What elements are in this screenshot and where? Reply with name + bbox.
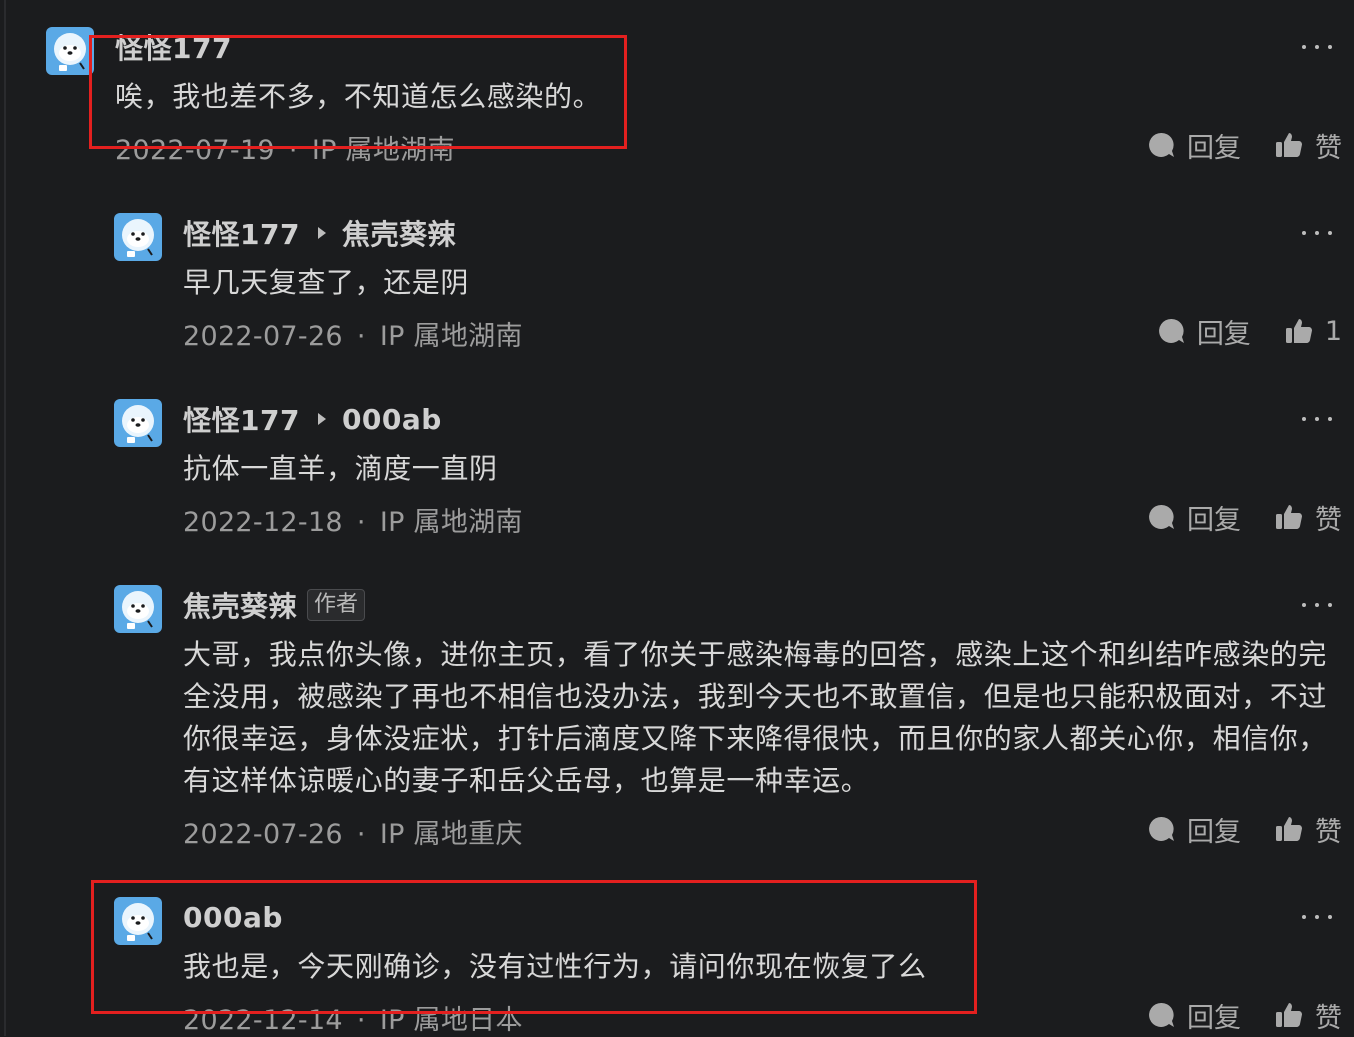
comment-text: 大哥，我点你头像，进你主页，看了你关于感染梅毒的回答，感染上这个和纠结咋感染的完…: [183, 638, 1328, 797]
reply-label: 回复: [1196, 318, 1251, 350]
reply-label: 回复: [1187, 1002, 1241, 1034]
comment-date: 2022-12-18: [183, 507, 343, 538]
comment-actions: 回复 赞: [1147, 126, 1342, 165]
comment-actions: 回复 赞: [1147, 810, 1342, 849]
comment-meta: 2022-07-26 · IP 属地湖南: [183, 314, 523, 353]
more-icon: [1302, 417, 1306, 421]
comment-text: 我也是，今天刚确诊，没有过性行为，请问你现在恢复了么: [183, 950, 927, 983]
comment-meta: 2022-12-18 · IP 属地湖南: [183, 500, 523, 539]
more-button[interactable]: [1302, 228, 1332, 238]
comment-actions: 回复 赞: [1147, 996, 1342, 1035]
more-icon: [1302, 915, 1306, 919]
more-button[interactable]: [1302, 42, 1332, 52]
avatar[interactable]: [114, 585, 162, 633]
comment-text: 早几天复查了，还是阴: [183, 266, 470, 299]
ip-location: IP 属地日本: [379, 1005, 523, 1036]
author-badge: 作者: [307, 589, 366, 621]
author-name[interactable]: 焦壳葵辣: [183, 585, 297, 625]
more-button[interactable]: [1302, 414, 1332, 424]
reply-to-name[interactable]: 000ab: [342, 403, 442, 436]
meta-separator: ·: [356, 819, 366, 850]
more-icon: [1302, 603, 1306, 607]
like-label: 赞: [1315, 132, 1342, 164]
avatar[interactable]: [114, 897, 162, 945]
reply-button[interactable]: 回复: [1147, 810, 1241, 849]
like-button[interactable]: 1: [1285, 316, 1342, 347]
avatar-bear-icon: [114, 213, 162, 261]
author-name[interactable]: 怪怪177: [115, 27, 232, 67]
author-row: 怪怪177 焦壳葵辣: [183, 215, 456, 251]
comment-bubble-icon: [1149, 504, 1174, 529]
avatar-bear-icon: [114, 399, 162, 447]
reply-label: 回复: [1187, 132, 1241, 164]
avatar-bear-icon: [114, 897, 162, 945]
ip-location: IP 属地湖南: [379, 321, 523, 352]
thumbs-up-icon: [1285, 319, 1312, 343]
ip-location: IP 属地湖南: [379, 507, 523, 538]
avatar[interactable]: [114, 399, 162, 447]
comment-bubble-icon: [1149, 1002, 1174, 1027]
comment-date: 2022-07-19: [115, 135, 275, 166]
comment-bubble-icon: [1158, 318, 1184, 343]
author-name[interactable]: 怪怪177: [183, 213, 300, 253]
comment-meta: 2022-07-19 · IP 属地湖南: [115, 128, 455, 167]
comment-date: 2022-07-26: [183, 819, 343, 850]
avatar-bear-icon: [114, 585, 162, 633]
author-row: 怪怪177 000ab: [183, 399, 442, 439]
comment-meta: 2022-07-26 · IP 属地重庆: [183, 812, 523, 851]
ip-location: IP 属地湖南: [311, 135, 455, 166]
reply-arrow-icon: [317, 413, 326, 425]
reply-to-name[interactable]: 焦壳葵辣: [342, 213, 456, 253]
like-button[interactable]: 赞: [1275, 126, 1342, 165]
reply-label: 回复: [1187, 504, 1241, 536]
author-name[interactable]: 000ab: [183, 901, 283, 934]
like-label: 赞: [1315, 1002, 1342, 1034]
thread-line: [4, 0, 6, 1036]
comment-date: 2022-07-26: [183, 321, 343, 352]
ip-location: IP 属地重庆: [379, 819, 523, 850]
more-button[interactable]: [1302, 600, 1332, 610]
avatar[interactable]: [114, 213, 162, 261]
comment-actions: 回复 赞: [1147, 498, 1342, 537]
avatar-bear-icon: [46, 27, 94, 75]
avatar[interactable]: [46, 27, 94, 75]
like-button[interactable]: 赞: [1275, 810, 1342, 849]
thumbs-up-icon: [1276, 505, 1302, 529]
meta-separator: ·: [356, 321, 366, 352]
reply-label: 回复: [1187, 816, 1241, 848]
comment-date: 2022-12-14: [183, 1005, 343, 1036]
comment-actions: 回复 1: [1157, 312, 1342, 351]
author-row: 怪怪177: [115, 29, 232, 65]
author-name[interactable]: 怪怪177: [183, 399, 300, 439]
like-button[interactable]: 赞: [1275, 996, 1342, 1035]
comment-bubble-icon: [1149, 132, 1174, 157]
comment-meta: 2022-12-14 · IP 属地日本: [183, 998, 523, 1037]
like-button[interactable]: 赞: [1275, 498, 1342, 537]
meta-separator: ·: [356, 1005, 366, 1036]
like-count: 1: [1324, 315, 1342, 347]
author-row: 焦壳葵辣 作者: [183, 585, 366, 625]
more-icon: [1302, 231, 1306, 235]
thumbs-up-icon: [1276, 817, 1302, 841]
comment-text: 抗体一直羊，滴度一直阴: [183, 452, 498, 485]
reply-button[interactable]: 回复: [1147, 126, 1241, 165]
like-label: 赞: [1315, 504, 1342, 536]
meta-separator: ·: [288, 135, 298, 166]
reply-button[interactable]: 回复: [1147, 498, 1241, 537]
more-button[interactable]: [1302, 912, 1332, 922]
reply-button[interactable]: 回复: [1157, 312, 1251, 351]
thumbs-up-icon: [1276, 1003, 1302, 1027]
comment-bubble-icon: [1149, 816, 1174, 841]
author-row: 000ab: [183, 899, 283, 935]
reply-button[interactable]: 回复: [1147, 996, 1241, 1035]
comment-text: 唉，我也差不多，不知道怎么感染的。: [115, 80, 602, 113]
meta-separator: ·: [356, 507, 366, 538]
thumbs-up-icon: [1276, 133, 1302, 157]
reply-arrow-icon: [317, 227, 326, 239]
like-label: 赞: [1315, 816, 1342, 848]
more-icon: [1302, 45, 1306, 49]
